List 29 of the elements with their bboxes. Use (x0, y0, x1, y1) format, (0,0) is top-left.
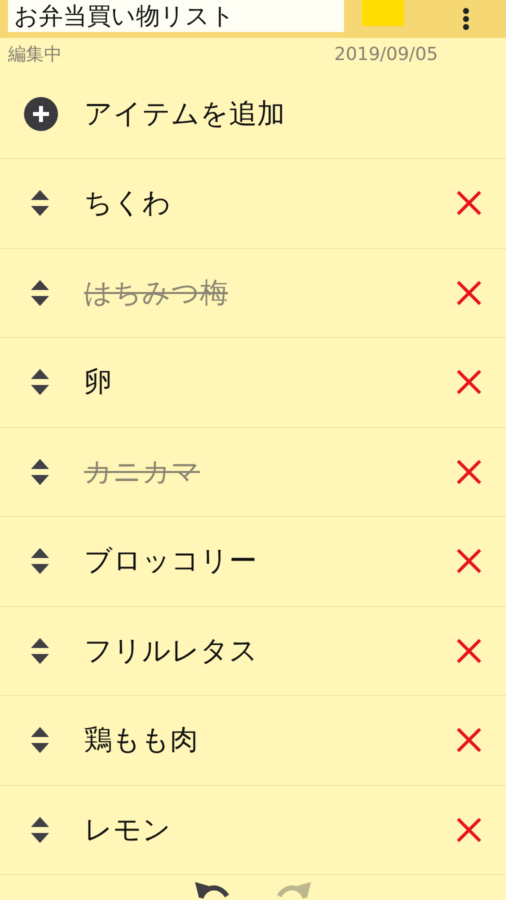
list-item-text[interactable]: ブロッコリー (84, 542, 456, 580)
delete-icon[interactable] (456, 458, 482, 485)
add-icon (24, 97, 58, 131)
drag-handle-icon[interactable] (30, 278, 50, 308)
drag-handle-icon[interactable] (30, 188, 50, 218)
list-item-text[interactable]: 卵 (84, 363, 456, 402)
drag-handle-icon[interactable] (30, 636, 50, 666)
delete-icon[interactable] (456, 727, 482, 754)
delete-icon[interactable] (456, 638, 482, 664)
add-item-button[interactable]: アイテムを追加 (0, 70, 506, 159)
delete-icon[interactable] (456, 280, 482, 306)
date: 2019/09/05 (334, 44, 438, 64)
color-swatch[interactable] (362, 0, 404, 26)
delete-icon[interactable] (456, 548, 482, 574)
title-field[interactable]: お弁当買い物リスト (8, 0, 344, 32)
drag-handle-icon[interactable] (30, 725, 50, 756)
more-icon[interactable] (462, 8, 470, 30)
list-item-text[interactable]: 鶏もも肉 (84, 721, 456, 760)
list-item-text[interactable]: ちくわ (84, 184, 456, 222)
drag-handle-icon[interactable] (30, 367, 50, 398)
edit-status: 編集中 (8, 43, 62, 66)
list-item-text[interactable]: フリルレタス (84, 632, 456, 670)
delete-icon[interactable] (456, 369, 482, 396)
delete-icon[interactable] (456, 190, 482, 216)
drag-handle-icon[interactable] (30, 456, 50, 487)
drag-handle-icon[interactable] (30, 546, 50, 576)
delete-icon[interactable] (456, 816, 482, 843)
list-item-text[interactable]: レモン (84, 810, 456, 849)
drag-handle-icon[interactable] (30, 814, 50, 845)
